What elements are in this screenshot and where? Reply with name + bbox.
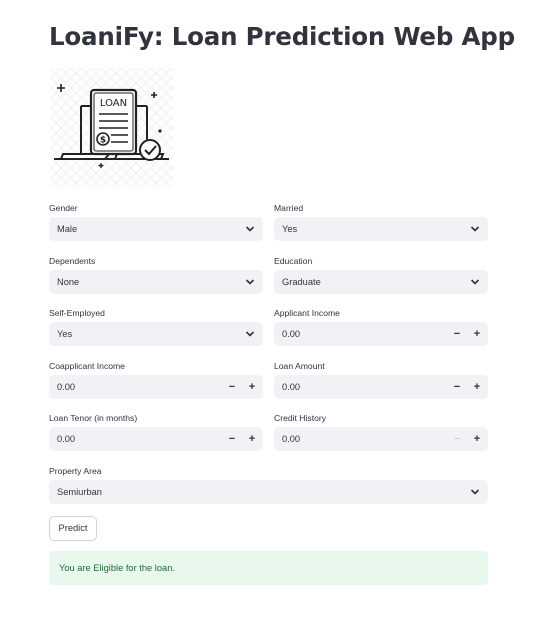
loan-amount-value[interactable]: 0.00: [282, 375, 300, 399]
self-employed-label: Self-Employed: [49, 308, 105, 318]
chevron-down-icon: [245, 331, 255, 337]
chevron-down-icon: [470, 226, 480, 232]
married-label: Married: [274, 203, 304, 213]
applicant-income-field: Applicant Income 0.00 − +: [274, 308, 488, 346]
gender-field: Gender Male: [49, 203, 263, 241]
result-alert: You are Eligible for the loan.: [49, 551, 488, 585]
married-select[interactable]: Yes: [274, 217, 488, 241]
dependents-field: Dependents None: [49, 256, 263, 294]
increment-button[interactable]: +: [243, 375, 261, 399]
education-label: Education: [274, 256, 313, 266]
dependents-label: Dependents: [49, 256, 96, 266]
coapplicant-income-value[interactable]: 0.00: [57, 375, 75, 399]
decrement-button[interactable]: −: [448, 322, 466, 346]
dependents-select[interactable]: None: [49, 270, 263, 294]
svg-text:$: $: [100, 136, 106, 146]
logo-text: LOAN: [100, 98, 127, 109]
chevron-down-icon: [245, 279, 255, 285]
gender-select[interactable]: Male: [49, 217, 263, 241]
loan-tenor-field: Loan Tenor (in months) 0.00 − +: [49, 413, 263, 451]
increment-button[interactable]: +: [468, 322, 486, 346]
gender-label: Gender: [49, 203, 78, 213]
loan-amount-field: Loan Amount 0.00 − +: [274, 361, 488, 399]
decrement-button[interactable]: −: [223, 375, 241, 399]
property-area-select[interactable]: Semiurban: [49, 480, 488, 504]
decrement-button[interactable]: −: [448, 375, 466, 399]
credit-history-field: Credit History 0.00 − +: [274, 413, 488, 451]
increment-button[interactable]: +: [243, 427, 261, 451]
chevron-down-icon: [470, 489, 480, 495]
credit-history-input[interactable]: 0.00 − +: [274, 427, 488, 451]
self-employed-select[interactable]: Yes: [49, 322, 263, 346]
loan-amount-input[interactable]: 0.00 − +: [274, 375, 488, 399]
result-message: You are Eligible for the loan.: [59, 563, 175, 573]
decrement-button[interactable]: −: [448, 427, 466, 451]
chevron-down-icon: [470, 279, 480, 285]
education-value: Graduate: [282, 277, 321, 287]
married-value: Yes: [282, 224, 298, 234]
loan-amount-label: Loan Amount: [274, 361, 325, 371]
loan-document-icon: LOAN $: [51, 68, 173, 187]
self-employed-value: Yes: [57, 329, 73, 339]
applicant-income-input[interactable]: 0.00 − +: [274, 322, 488, 346]
loan-tenor-value[interactable]: 0.00: [57, 427, 75, 451]
coapplicant-income-field: Coapplicant Income 0.00 − +: [49, 361, 263, 399]
credit-history-value[interactable]: 0.00: [282, 427, 300, 451]
dependents-value: None: [57, 277, 80, 287]
applicant-income-value[interactable]: 0.00: [282, 322, 300, 346]
predict-button[interactable]: Predict: [49, 516, 97, 541]
credit-history-label: Credit History: [274, 413, 327, 423]
coapplicant-income-input[interactable]: 0.00 − +: [49, 375, 263, 399]
coapplicant-income-label: Coapplicant Income: [49, 361, 125, 371]
self-employed-field: Self-Employed Yes: [49, 308, 263, 346]
education-select[interactable]: Graduate: [274, 270, 488, 294]
loan-tenor-label: Loan Tenor (in months): [49, 413, 138, 423]
gender-value: Male: [57, 224, 78, 234]
applicant-income-label: Applicant Income: [274, 308, 340, 318]
property-area-field: Property Area Semiurban: [49, 466, 488, 504]
property-area-value: Semiurban: [57, 487, 102, 497]
chevron-down-icon: [245, 226, 255, 232]
increment-button[interactable]: +: [468, 427, 486, 451]
increment-button[interactable]: +: [468, 375, 486, 399]
property-area-label: Property Area: [49, 466, 102, 476]
decrement-button[interactable]: −: [223, 427, 241, 451]
married-field: Married Yes: [274, 203, 488, 241]
loan-tenor-input[interactable]: 0.00 − +: [49, 427, 263, 451]
education-field: Education Graduate: [274, 256, 488, 294]
page-title: LoaniFy: Loan Prediction Web App: [49, 22, 515, 51]
